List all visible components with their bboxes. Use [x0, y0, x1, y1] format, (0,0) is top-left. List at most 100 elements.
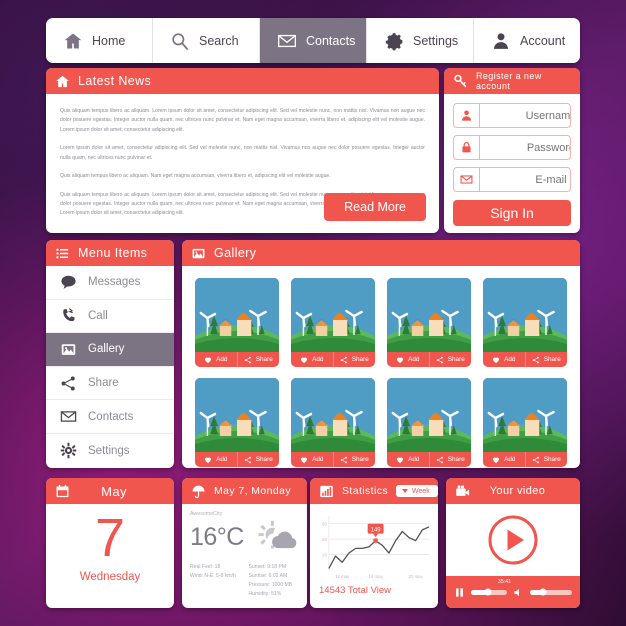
video-volume-slider[interactable] [530, 588, 572, 596]
read-more-button[interactable]: Read More [324, 193, 426, 221]
sidebar-label: Gallery [88, 343, 125, 356]
sign-in-button[interactable]: Sign In [453, 200, 571, 226]
weather-humidity: Humidity: 51% [248, 590, 282, 597]
gallery-add-label: Add [216, 356, 228, 363]
latest-news-panel: Latest News Quis aliquam tempus libero a… [46, 68, 439, 233]
email-input[interactable] [480, 168, 570, 191]
gallery-add-button[interactable]: Add [291, 352, 333, 367]
nav-item-search[interactable]: Search [153, 18, 260, 63]
nav-label-account: Account [520, 33, 566, 48]
user-icon [454, 104, 480, 127]
nav-item-settings[interactable]: Settings [367, 18, 474, 63]
gallery-card-actions: Add Share [387, 352, 471, 367]
gallery-card[interactable]: Add Share [291, 278, 375, 367]
gallery-card[interactable]: Add Share [195, 378, 279, 467]
seek-handle[interactable] [484, 588, 492, 596]
news-paragraph: Quis aliquam tempus libero ac aliquam. L… [60, 108, 425, 133]
register-title: Register a new account [476, 71, 542, 91]
user-icon [491, 31, 511, 51]
username-field-wrap [453, 103, 571, 128]
gallery-card[interactable]: Add Share [195, 278, 279, 367]
register-header: Register a new account [444, 68, 580, 94]
gallery-card-actions: Add Share [291, 452, 375, 467]
gallery-share-button[interactable]: Share [236, 352, 280, 367]
gallery-card[interactable]: Add Share [387, 378, 471, 467]
share-icon [60, 375, 77, 392]
username-input[interactable] [480, 104, 570, 127]
video-header: Your video [446, 478, 580, 504]
speaker-icon[interactable] [513, 587, 524, 598]
bar-chart-icon [319, 484, 334, 499]
sidebar-item-call[interactable]: Call [46, 300, 174, 334]
gallery-add-label: Add [312, 356, 324, 363]
gallery-add-button[interactable]: Add [195, 452, 237, 467]
menu-title: Menu Items [78, 246, 148, 260]
gallery-add-button[interactable]: Add [387, 452, 429, 467]
gallery-card-actions: Add Share [195, 352, 279, 367]
pause-icon[interactable] [454, 587, 465, 598]
sidebar-label: Call [88, 309, 108, 322]
news-paragraph: Quis aliquam tempus libero ac aliquam. N… [60, 173, 331, 180]
gallery-card[interactable]: Add Share [483, 378, 567, 467]
gallery-share-label: Share [351, 356, 369, 363]
gallery-card[interactable]: Add Share [387, 278, 471, 367]
nav-item-home[interactable]: Home [46, 18, 153, 63]
gallery-share-label: Share [351, 456, 369, 463]
range-select-week[interactable]: Week [396, 485, 438, 497]
video-time-label: 35:41 [498, 579, 511, 585]
gallery-share-button[interactable]: Share [428, 352, 472, 367]
sidebar-item-settings[interactable]: Settings [46, 434, 174, 468]
sidebar-label: Contacts [88, 410, 134, 423]
gallery-add-button[interactable]: Add [483, 452, 525, 467]
gallery-card[interactable]: Add Share [291, 378, 375, 467]
gallery-add-button[interactable]: Add [387, 352, 429, 367]
gallery-add-button[interactable]: Add [195, 352, 237, 367]
password-input[interactable] [480, 136, 570, 159]
list-icon [55, 246, 70, 261]
gallery-share-button[interactable]: Share [332, 452, 376, 467]
sidebar-label: Messages [88, 276, 141, 289]
sidebar-item-messages[interactable]: Messages [46, 266, 174, 300]
register-form: Sign In Already have an account? [444, 94, 580, 233]
gallery-card[interactable]: Add Share [483, 278, 567, 367]
range-label: Week [412, 487, 430, 495]
gallery-card-actions: Add Share [195, 452, 279, 467]
gallery-share-button[interactable]: Share [428, 452, 472, 467]
gallery-card-actions: Add Share [291, 352, 375, 367]
video-stage[interactable] [446, 504, 580, 576]
news-paragraph: Lorem ipsum dolor sit amet, consectetur … [60, 145, 425, 161]
weather-details: Real Feel: 18 Wind: N-E, 5-8 km/h Sunset… [190, 563, 299, 599]
weather-body: AwesomeCity 16°C Real Feel: 18 Wind: N-E… [182, 504, 307, 608]
weather-city: AwesomeCity [190, 511, 223, 517]
calendar-icon [55, 484, 70, 499]
play-circle-icon[interactable] [487, 514, 539, 566]
nav-item-account[interactable]: Account [474, 18, 580, 63]
sidebar-item-gallery[interactable]: Gallery [46, 333, 174, 367]
video-seek-slider[interactable] [471, 588, 507, 596]
gear-icon [60, 442, 77, 459]
statistics-total: 14543 Total View [319, 585, 392, 596]
nav-item-contacts[interactable]: Contacts [260, 18, 367, 63]
calendar-month: May [101, 483, 127, 499]
search-icon [170, 31, 190, 51]
gallery-share-button[interactable]: Share [332, 352, 376, 367]
lock-icon [454, 136, 480, 159]
sidebar-item-share[interactable]: Share [46, 367, 174, 401]
gallery-grid: Add Share Add Share Add Share Add Share … [182, 266, 580, 468]
gallery-share-button[interactable]: Share [524, 352, 568, 367]
gallery-share-button[interactable]: Share [236, 452, 280, 467]
gallery-share-button[interactable]: Share [524, 452, 568, 467]
gallery-add-button[interactable]: Add [483, 352, 525, 367]
sidebar-item-contacts[interactable]: Contacts [46, 400, 174, 434]
svg-text:16 may: 16 may [368, 574, 383, 579]
gallery-card-actions: Add Share [387, 452, 471, 467]
sidebar-label: Settings [88, 444, 130, 457]
home-icon [55, 74, 70, 89]
gallery-add-button[interactable]: Add [291, 452, 333, 467]
key-icon [453, 74, 468, 89]
volume-handle[interactable] [539, 588, 547, 596]
calendar-widget: May 7 Wednesday [46, 478, 174, 608]
calendar-header: May [46, 478, 174, 504]
ui-root: Home Search Contacts Settings Account La… [0, 0, 626, 626]
gallery-share-label: Share [255, 356, 273, 363]
